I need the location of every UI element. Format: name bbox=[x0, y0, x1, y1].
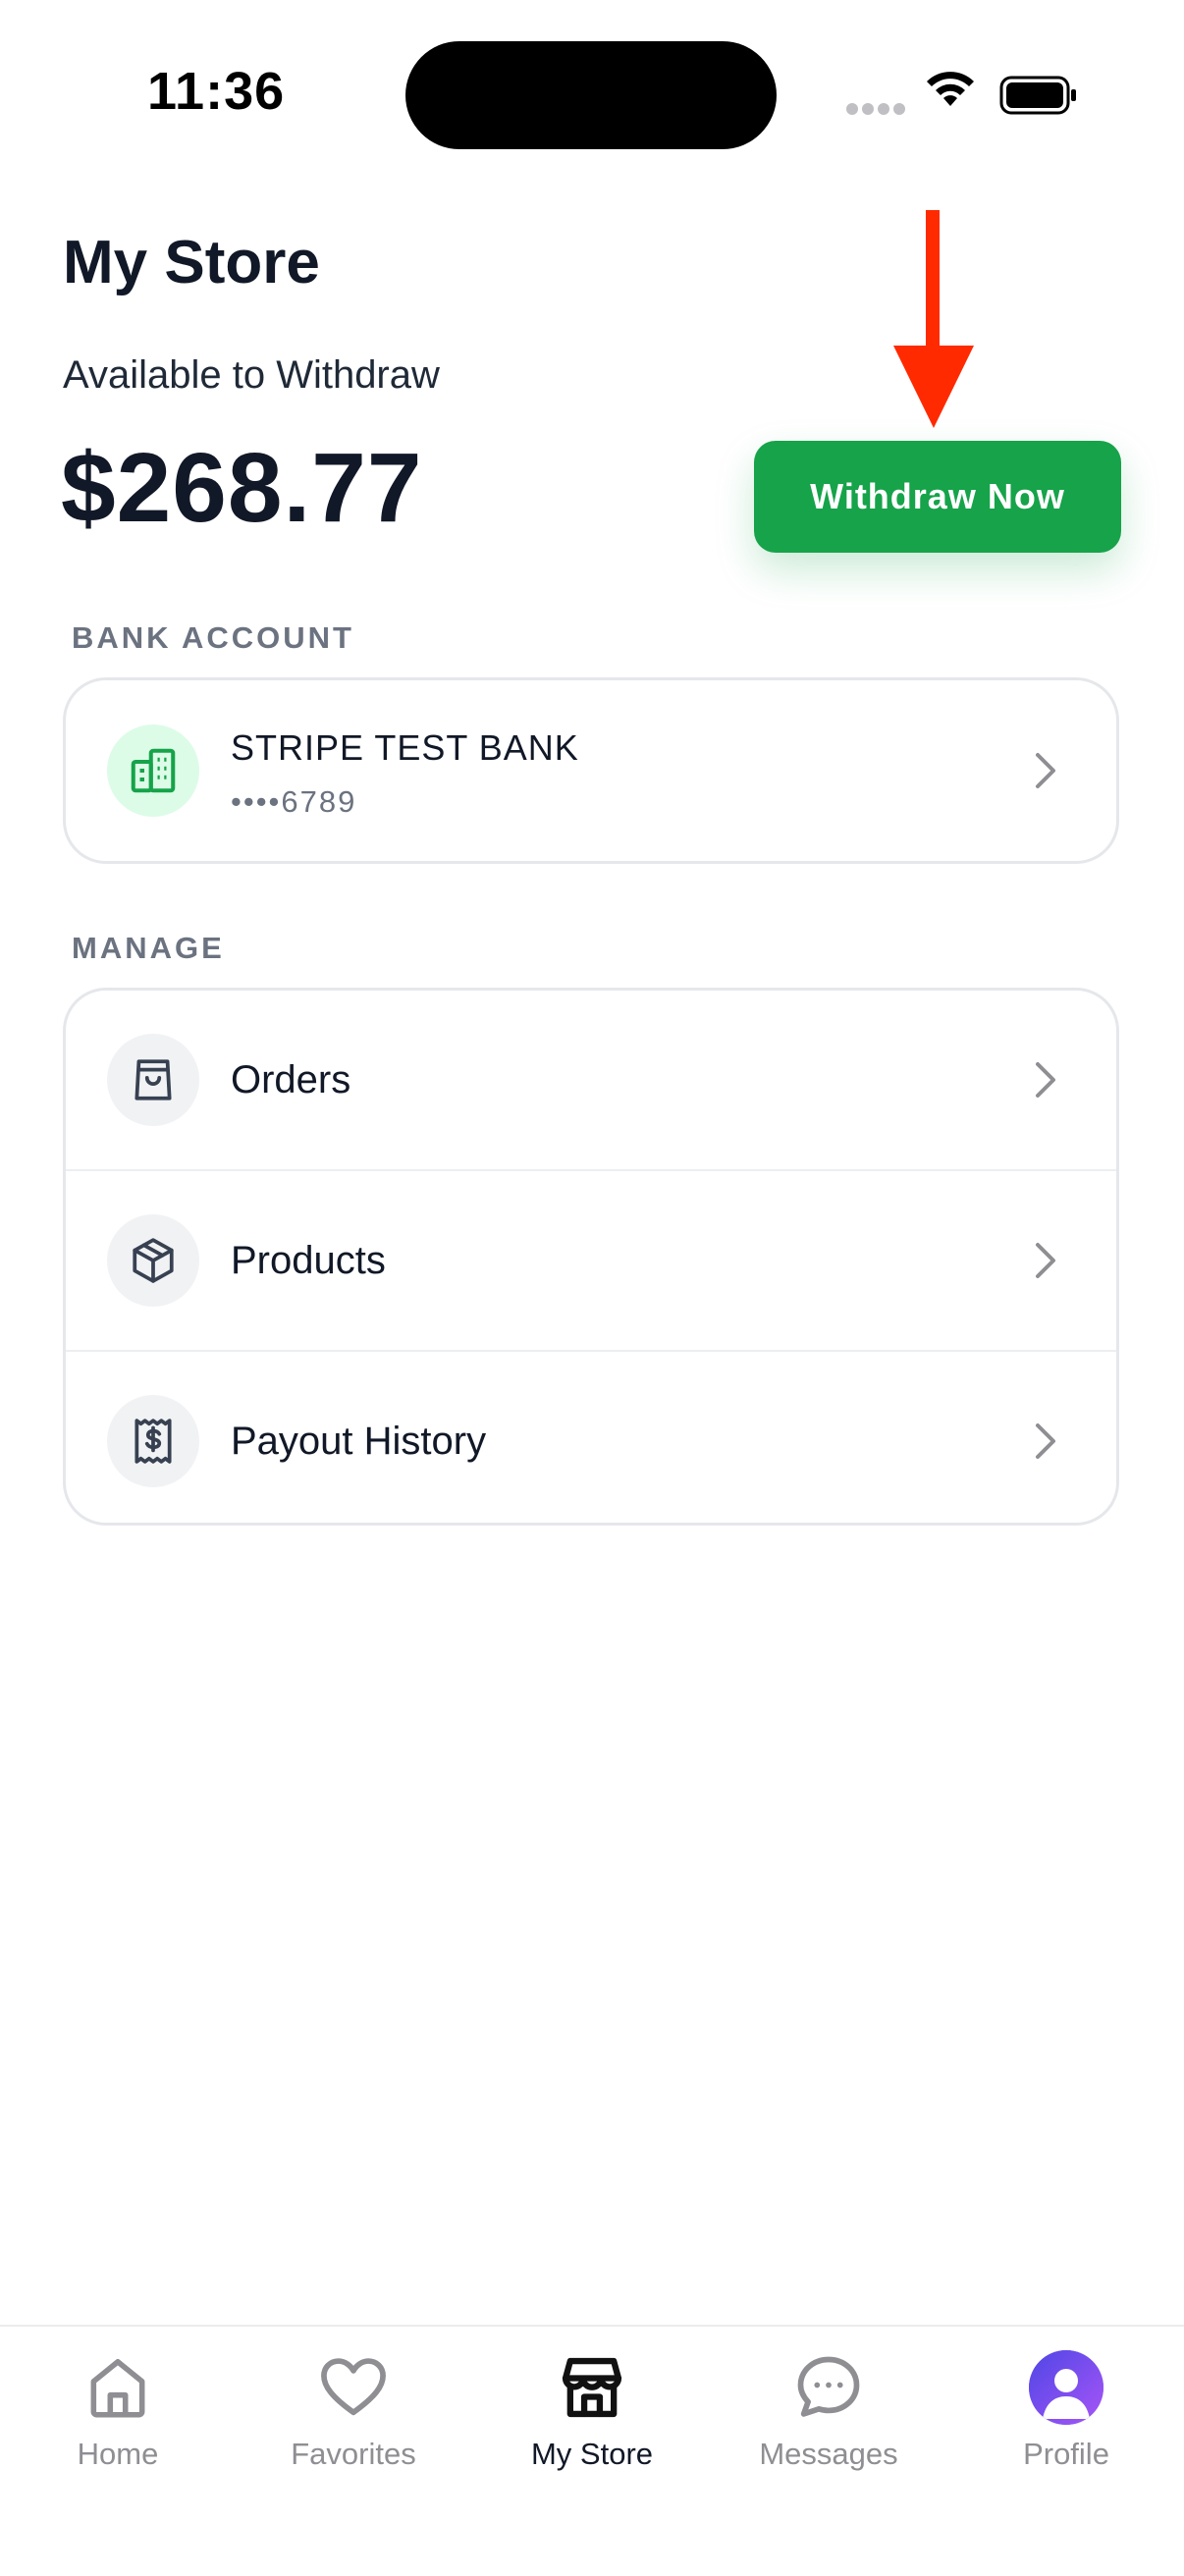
profile-tab-icon-wrap bbox=[948, 2346, 1184, 2429]
receipt-dollar-icon bbox=[107, 1395, 199, 1487]
chevron-right-icon bbox=[1036, 1423, 1055, 1459]
bank-account-row[interactable]: STRIPE TEST BANK ••••6789 bbox=[66, 680, 1116, 861]
wifi-icon bbox=[927, 72, 974, 106]
payout-history-row[interactable]: Payout History bbox=[66, 1350, 1116, 1523]
tab-profile[interactable]: Profile bbox=[948, 2346, 1184, 2472]
orders-row[interactable]: Orders bbox=[66, 991, 1116, 1169]
chevron-right-icon bbox=[1036, 1243, 1055, 1278]
tab-home-label: Home bbox=[77, 2437, 159, 2471]
store-icon bbox=[474, 2346, 710, 2429]
battery-icon bbox=[999, 76, 1076, 115]
tab-profile-label: Profile bbox=[1023, 2437, 1109, 2471]
balance-amount: $268.77 bbox=[61, 433, 423, 543]
orders-label: Orders bbox=[231, 1057, 351, 1101]
page-title: My Store bbox=[63, 229, 320, 296]
tab-bar: Home Favorites My Store Messages Profile bbox=[0, 2325, 1184, 2576]
bank-building-icon bbox=[107, 724, 199, 817]
avatar bbox=[1029, 2350, 1103, 2425]
tab-favorites-label: Favorites bbox=[291, 2437, 416, 2471]
box-icon bbox=[107, 1214, 199, 1307]
bank-account-section-label: BANK ACCOUNT bbox=[72, 620, 354, 655]
dynamic-island bbox=[405, 41, 777, 149]
withdraw-now-button[interactable]: Withdraw Now bbox=[754, 441, 1121, 553]
red-arrow-annotation bbox=[893, 210, 974, 428]
tab-home[interactable]: Home bbox=[0, 2346, 236, 2472]
chat-bubble-icon bbox=[711, 2346, 946, 2429]
bank-account-card[interactable]: STRIPE TEST BANK ••••6789 bbox=[63, 677, 1119, 864]
cellular-signal-icon bbox=[846, 102, 909, 120]
manage-card: Orders Products Payout History bbox=[63, 988, 1119, 1526]
tab-favorites[interactable]: Favorites bbox=[236, 2346, 471, 2472]
tab-messages[interactable]: Messages bbox=[711, 2346, 946, 2472]
status-bar: 11:36 bbox=[0, 0, 1184, 187]
chevron-right-icon bbox=[1036, 753, 1055, 788]
products-row[interactable]: Products bbox=[66, 1169, 1116, 1350]
bank-account-number: ••••6789 bbox=[231, 784, 357, 819]
payout-history-label: Payout History bbox=[231, 1419, 487, 1463]
available-to-withdraw-label: Available to Withdraw bbox=[63, 353, 440, 397]
shopping-bag-icon bbox=[107, 1034, 199, 1126]
tab-messages-label: Messages bbox=[759, 2437, 898, 2471]
status-time: 11:36 bbox=[147, 62, 286, 121]
tab-my-store-label: My Store bbox=[530, 2437, 654, 2471]
products-label: Products bbox=[231, 1238, 386, 1282]
bank-name: STRIPE TEST BANK bbox=[231, 727, 579, 768]
chevron-right-icon bbox=[1036, 1062, 1055, 1098]
heart-icon bbox=[236, 2346, 471, 2429]
manage-section-label: MANAGE bbox=[72, 931, 225, 965]
home-icon bbox=[0, 2346, 236, 2429]
tab-my-store[interactable]: My Store bbox=[474, 2346, 710, 2472]
